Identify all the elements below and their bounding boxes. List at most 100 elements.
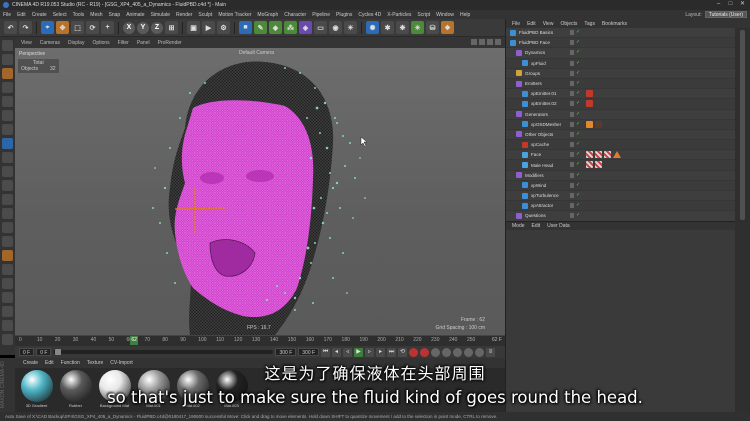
object-row[interactable]: Questions ✓ — [506, 211, 735, 221]
material-preview-ball[interactable] — [59, 370, 92, 402]
enabled-check-icon[interactable]: ✓ — [576, 70, 580, 76]
visibility-dot-icon[interactable] — [570, 60, 574, 66]
object-tag-icon[interactable] — [613, 151, 621, 159]
object-row[interactable]: Emitters ✓ — [506, 79, 735, 90]
cube-primitive-icon[interactable]: ■ — [239, 21, 252, 34]
enabled-check-icon[interactable]: ✓ — [576, 111, 580, 117]
visibility-dot-icon[interactable] — [570, 101, 574, 107]
material-menu-create[interactable]: Create — [23, 360, 38, 366]
record-active-icon[interactable] — [409, 347, 419, 357]
object-name[interactable]: Groups — [525, 71, 540, 76]
object-name[interactable]: Dynamics — [525, 50, 545, 55]
right-scrollbar[interactable] — [735, 28, 750, 412]
visibility-dot-icon[interactable] — [570, 121, 574, 127]
material-swatch[interactable]: 3D Gradient — [19, 370, 54, 410]
object-name[interactable]: Generators — [525, 112, 548, 117]
enabled-check-icon[interactable]: ✓ — [576, 213, 580, 218]
object-name[interactable]: xpTurbulence — [531, 193, 559, 198]
material-menu-texture[interactable]: Texture — [87, 360, 103, 366]
object-row[interactable]: xpWind ✓ — [506, 181, 735, 191]
object-row[interactable]: FluidPBD Face ✓ — [506, 38, 735, 49]
rotation-key-icon[interactable] — [453, 347, 463, 357]
material-preview-ball[interactable] — [98, 370, 131, 402]
visibility-dot-icon[interactable] — [570, 111, 574, 117]
object-name[interactable]: Male Head — [531, 163, 553, 168]
model-mode-icon[interactable] — [2, 54, 13, 65]
viewport-menu-panel[interactable]: Panel — [137, 40, 150, 46]
object-row[interactable]: Other Objects ✓ — [506, 129, 735, 141]
xparticles-generator-icon[interactable]: ✳ — [411, 21, 424, 34]
menu-tools[interactable]: Tools — [73, 12, 85, 18]
end-frame-field[interactable]: 300 F — [298, 348, 320, 356]
menu-pipeline[interactable]: Pipeline — [312, 12, 330, 18]
material-menu-cv-import[interactable]: CV-Import — [110, 360, 133, 366]
object-tag-icon[interactable] — [586, 151, 593, 159]
points-mode-icon[interactable] — [2, 96, 13, 107]
tweak-mode-icon[interactable] — [2, 152, 13, 163]
object-tag-icon[interactable] — [586, 90, 593, 98]
visibility-dot-icon[interactable] — [570, 91, 574, 97]
menu-mograph[interactable]: MoGraph — [257, 12, 278, 18]
y-axis-lock-button[interactable]: Y — [137, 21, 149, 34]
autokey-icon[interactable] — [420, 347, 430, 357]
keyframe-selection-icon[interactable] — [431, 347, 441, 357]
polygons-mode-icon[interactable] — [2, 124, 13, 135]
object-row[interactable]: xpCache ✓ — [506, 140, 735, 151]
render-viewer-icon[interactable]: ▶ — [202, 21, 215, 34]
material-menu-edit[interactable]: Edit — [45, 360, 54, 366]
object-visibility-flags[interactable]: ✓ — [570, 101, 580, 107]
visibility-dot-icon[interactable] — [570, 152, 574, 158]
enabled-check-icon[interactable]: ✓ — [576, 101, 580, 106]
menu-help[interactable]: Help — [460, 12, 470, 18]
material-swatch[interactable]: Mat.002 — [175, 370, 210, 410]
menu-simulate[interactable]: Simulate — [151, 12, 170, 18]
pan-icon[interactable] — [471, 39, 477, 45]
scrollbar-thumb[interactable] — [740, 30, 745, 220]
object-row[interactable]: xpAttractor ✓ — [506, 201, 735, 212]
menu-cycles-4d[interactable]: Cycles 4D — [358, 12, 381, 18]
object-menu-tags[interactable]: Tags — [584, 21, 595, 27]
timeline-icon[interactable] — [2, 306, 13, 317]
param-key-icon[interactable] — [475, 347, 485, 357]
object-visibility-flags[interactable]: ✓ — [570, 142, 580, 148]
camera-icon[interactable]: ◉ — [329, 21, 342, 34]
material-swatch[interactable]: Mat.001 — [136, 370, 171, 410]
menu-animate[interactable]: Animate — [126, 12, 144, 18]
next-frame-icon[interactable]: ▹ — [365, 347, 375, 357]
attribute-menu-mode[interactable]: Mode — [512, 223, 525, 229]
floor-icon[interactable]: ▭ — [314, 21, 327, 34]
enabled-check-icon[interactable]: ✓ — [576, 30, 580, 35]
coordinate-system-icon[interactable]: ⊞ — [165, 21, 178, 34]
preview-end-field[interactable]: 300 F — [275, 348, 297, 356]
object-visibility-flags[interactable]: ✓ — [570, 40, 580, 46]
object-tag-icon[interactable] — [586, 100, 593, 108]
object-menu-view[interactable]: View — [543, 21, 554, 27]
object-visibility-flags[interactable]: ✓ — [570, 152, 580, 158]
enabled-check-icon[interactable]: ✓ — [576, 193, 580, 198]
subdivision-icon[interactable]: ◆ — [269, 21, 282, 34]
deformer-icon[interactable]: ◈ — [299, 21, 312, 34]
object-row[interactable]: Groups ✓ — [506, 68, 735, 79]
enabled-check-icon[interactable]: ✓ — [576, 40, 580, 45]
object-visibility-flags[interactable]: ✓ — [570, 203, 580, 209]
visibility-dot-icon[interactable] — [570, 40, 574, 46]
visibility-dot-icon[interactable] — [570, 142, 574, 148]
object-row[interactable]: Modifiers ✓ — [506, 170, 735, 181]
object-name[interactable]: xpAttractor — [531, 203, 553, 208]
object-menu-file[interactable]: File — [512, 21, 520, 27]
array-icon[interactable]: ⁂ — [284, 21, 297, 34]
zoom-icon[interactable] — [479, 39, 485, 45]
object-visibility-flags[interactable]: ✓ — [570, 213, 580, 219]
xpresso-icon[interactable] — [2, 250, 13, 261]
menu-render[interactable]: Render — [176, 12, 192, 18]
workplane-icon[interactable] — [2, 82, 13, 93]
maximize-view-icon[interactable] — [495, 39, 501, 45]
visibility-dot-icon[interactable] — [570, 80, 574, 86]
go-to-start-icon[interactable]: ⏮ — [321, 347, 331, 357]
render-settings-icon[interactable]: ⚙ — [217, 21, 230, 34]
object-name[interactable]: Emitters — [525, 81, 542, 86]
viewport-menu-prorender[interactable]: ProRender — [158, 40, 182, 46]
x-axis-lock-button[interactable]: X — [123, 21, 135, 34]
enabled-check-icon[interactable]: ✓ — [576, 50, 580, 55]
menu-motion-tracker[interactable]: Motion Tracker — [218, 12, 251, 18]
